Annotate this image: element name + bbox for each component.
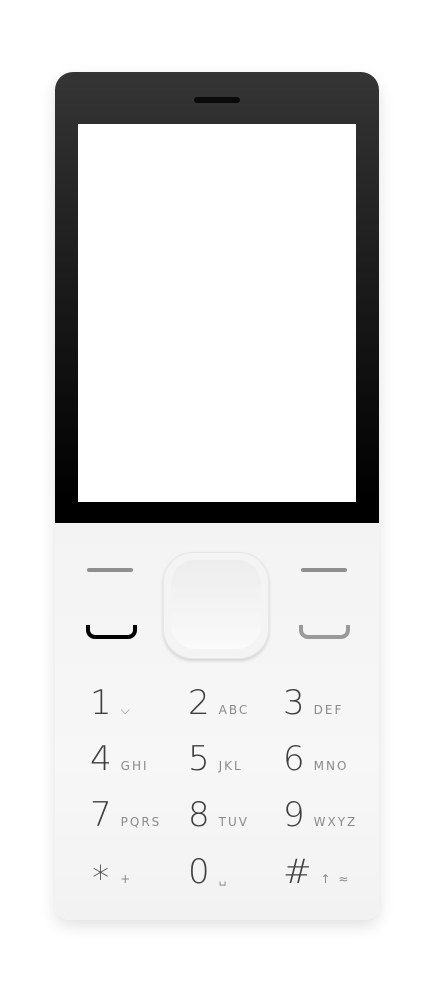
key-7[interactable]: 8 TUV [188, 795, 249, 835]
keypad: 1 ⌵ 2 ABC 3 DEF 4 GHI 5 JKL 6 MNO 7 PQRS 8 TUV 9 WXYZ ∗ +0 ␣… [55, 523, 379, 920]
key-11[interactable]: # ↑ ≈ [283, 852, 350, 892]
earpiece [194, 97, 240, 103]
left-soft-key[interactable] [87, 568, 133, 572]
key-letters: ⌵ [120, 703, 132, 717]
key-letters: JKL [218, 759, 243, 773]
key-digit: 0 [188, 852, 210, 892]
key-4[interactable]: 5 JKL [188, 739, 243, 779]
key-digit: 2 [188, 683, 210, 723]
key-digit: 7 [90, 795, 112, 835]
key-letters: ABC [218, 703, 250, 717]
navigation-key[interactable] [163, 552, 269, 659]
key-5[interactable]: 6 MNO [283, 739, 348, 779]
key-digit: 1 [90, 683, 112, 723]
key-letters: WXYZ [313, 815, 358, 829]
key-letters: PQRS [120, 815, 162, 829]
key-1[interactable]: 2 ABC [188, 683, 249, 723]
phone-top-bezel [55, 72, 379, 523]
key-digit: # [283, 852, 312, 892]
key-digit: 3 [283, 683, 305, 723]
key-digit: 5 [188, 739, 210, 779]
key-digit: ∗ [90, 852, 112, 892]
key-letters: ↑ ≈ [320, 872, 351, 886]
key-10[interactable]: 0 ␣ [188, 852, 228, 892]
phone-body: 1 ⌵ 2 ABC 3 DEF 4 GHI 5 JKL 6 MNO 7 PQRS 8 TUV 9 WXYZ ∗ +0 ␣… [55, 72, 379, 920]
key-digit: 4 [90, 739, 112, 779]
key-letters: MNO [313, 759, 349, 773]
key-letters: DEF [313, 703, 344, 717]
key-letters: TUV [218, 815, 249, 829]
key-6[interactable]: 7 PQRS [90, 795, 161, 835]
key-digit: 9 [283, 795, 305, 835]
right-soft-key[interactable] [301, 568, 347, 572]
key-letters: GHI [120, 759, 149, 773]
key-letters: + [120, 872, 133, 886]
key-letters: ␣ [218, 872, 229, 886]
call-key[interactable] [86, 625, 137, 639]
key-digit: 6 [283, 739, 305, 779]
key-2[interactable]: 3 DEF [283, 683, 343, 723]
key-3[interactable]: 4 GHI [90, 739, 149, 779]
key-0[interactable]: 1 ⌵ [90, 683, 132, 723]
phone-screen [78, 124, 356, 502]
key-8[interactable]: 9 WXYZ [283, 795, 357, 835]
select-key[interactable] [171, 560, 261, 649]
key-digit: 8 [188, 795, 210, 835]
end-key[interactable] [299, 625, 350, 639]
key-9[interactable]: ∗ + [90, 852, 132, 892]
